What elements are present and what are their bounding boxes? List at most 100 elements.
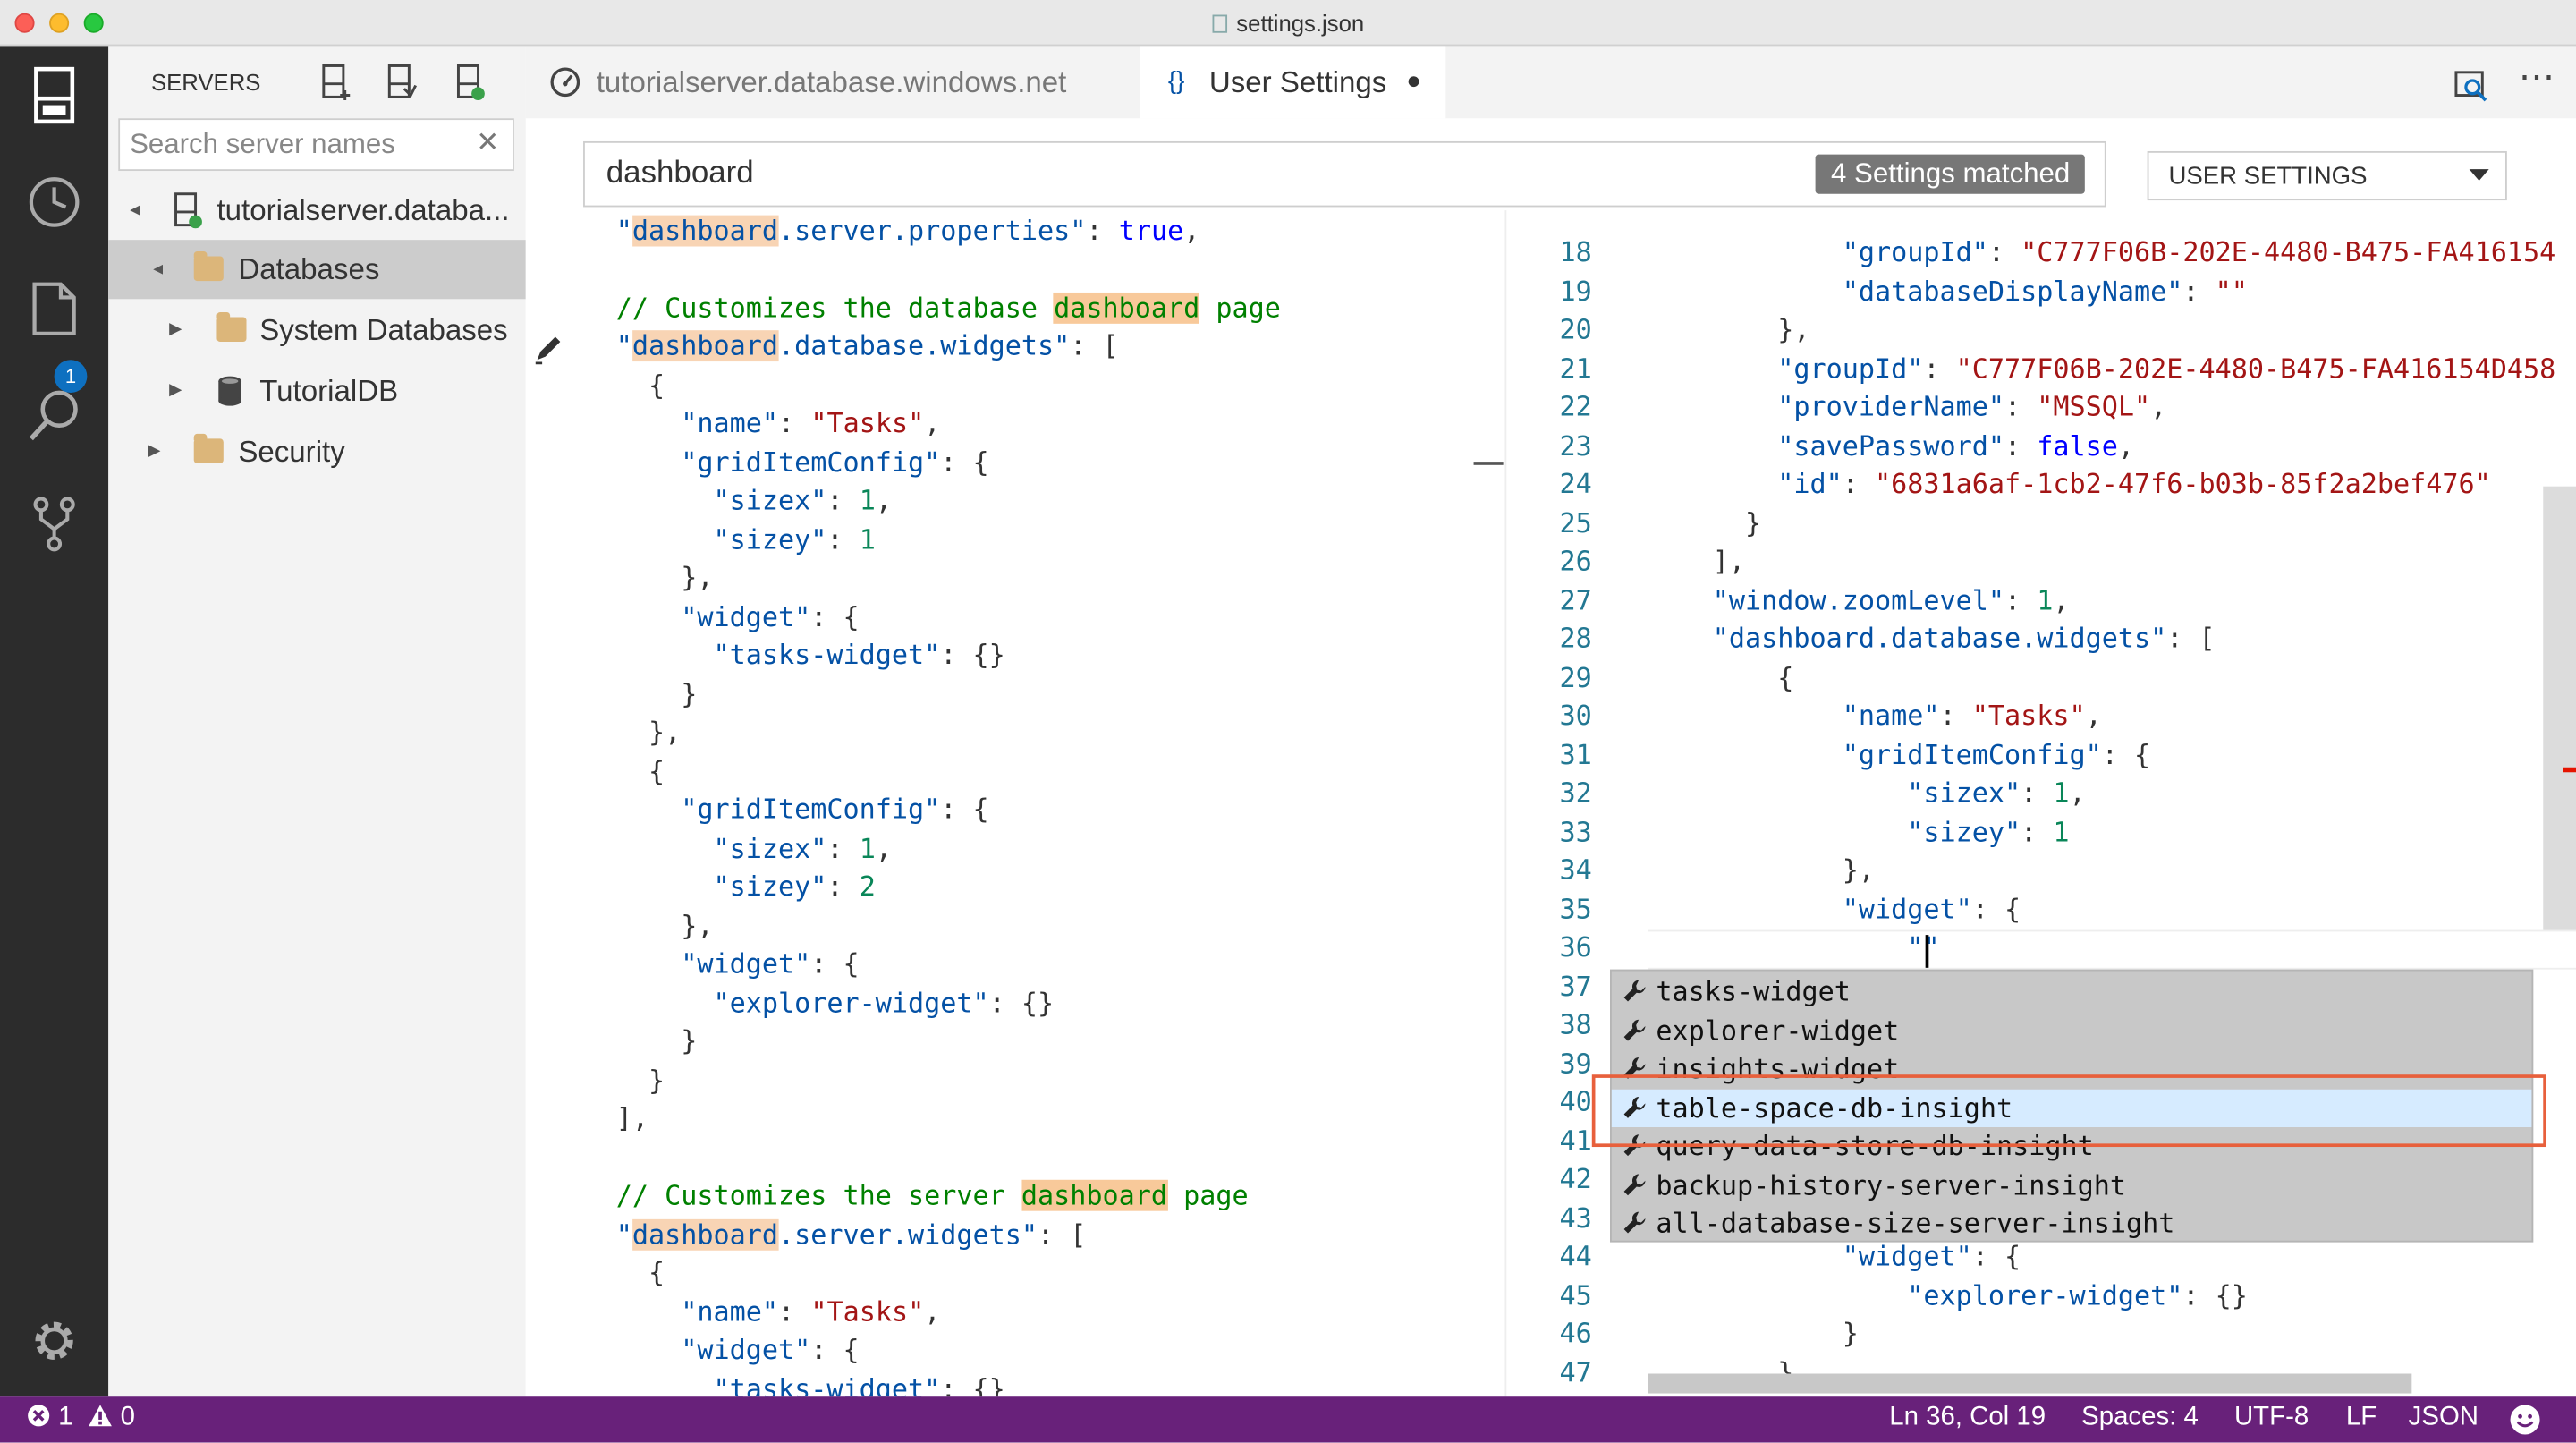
- code-token: "sizey": [615, 523, 827, 555]
- code-line: // Customizes the database dashboard pag…: [616, 288, 1281, 327]
- clear-search-icon[interactable]: ✕: [476, 126, 499, 159]
- code-token: "sizex": [615, 832, 827, 864]
- line-number: 36: [1559, 931, 1592, 963]
- servers-icon[interactable]: [21, 63, 87, 128]
- horizontal-scrollbar[interactable]: [1648, 1373, 2412, 1394]
- tree-item-system-databases[interactable]: ▶ System Databases: [108, 301, 526, 360]
- code-token: page: [1167, 1179, 1249, 1211]
- indentation[interactable]: Spaces: 4: [2081, 1404, 2199, 1433]
- settings-search-input[interactable]: [606, 156, 1592, 192]
- search-icon[interactable]: [21, 383, 87, 448]
- code-line: "widget": {: [1648, 890, 2021, 929]
- line-number: 28: [1559, 623, 1592, 655]
- code-token: ],: [615, 1102, 649, 1134]
- expand-icon[interactable]: ▶: [169, 361, 182, 420]
- tree-item-databases[interactable]: ▲ Databases: [108, 240, 526, 300]
- settings-gear-icon[interactable]: [21, 1308, 87, 1373]
- more-actions-icon[interactable]: ⋯: [2519, 58, 2555, 95]
- code-token: "Tasks": [1971, 700, 2086, 732]
- folder-icon: [216, 311, 247, 343]
- code-token: :: [1987, 236, 2021, 268]
- code-line: "groupId": "C777F06B-202E-4480-B475-FA41…: [1648, 349, 2555, 387]
- code-token: "widget": [615, 947, 811, 980]
- code-line: "window.zoomLevel": 1,: [1648, 581, 2070, 619]
- folder-icon: [193, 433, 224, 463]
- tree-item-security[interactable]: ▶ Security: [108, 422, 526, 481]
- servers-title: SERVERS: [150, 69, 261, 96]
- code-token: ,: [924, 1295, 941, 1328]
- feedback-smiley-icon[interactable]: [2509, 1404, 2542, 1437]
- code-token: "window.zoomLevel": [1648, 583, 2005, 615]
- vertical-scrollbar[interactable]: [2543, 486, 2576, 930]
- edit-pencil-icon[interactable]: [530, 334, 564, 367]
- line-number: 47: [1559, 1356, 1592, 1388]
- history-icon[interactable]: [21, 169, 87, 234]
- scope-select-label: USER SETTINGS: [2168, 162, 2368, 191]
- code-token: : {: [940, 446, 989, 478]
- server-search-input[interactable]: [130, 128, 459, 162]
- tab-label: tutorialserver.database.windows.net: [596, 65, 1067, 99]
- suggestion-item[interactable]: backup-history-server-insight: [1612, 1166, 2532, 1204]
- code-token: "widget": [1648, 1240, 1972, 1272]
- code-token: : {: [810, 947, 860, 980]
- code-line: "groupId": "C777F06B-202E-4480-B475-FA41…: [1648, 233, 2556, 272]
- code-token: "tasks-widget": [615, 1372, 941, 1397]
- problems-indicator[interactable]: 1 0: [26, 1404, 135, 1433]
- settings-scope-select[interactable]: USER SETTINGS: [2147, 150, 2507, 201]
- suggestion-item[interactable]: tasks-widget: [1612, 972, 2532, 1011]
- tree-item-tutorialdb[interactable]: ▶ TutorialDB: [108, 361, 526, 420]
- collapse-icon[interactable]: ▲: [130, 261, 189, 277]
- open-preview-icon[interactable]: [2453, 65, 2488, 102]
- code-line: "tasks-widget": {}: [615, 1370, 1005, 1397]
- expand-icon[interactable]: ▶: [148, 422, 160, 481]
- explorer-icon[interactable]: [21, 276, 87, 342]
- active-connections-icon[interactable]: [453, 63, 487, 102]
- code-line: },: [616, 558, 713, 597]
- code-token: "Tasks": [810, 407, 925, 439]
- new-server-group-icon[interactable]: [385, 63, 418, 102]
- suggestion-item[interactable]: all-database-size-server-insight: [1612, 1204, 2532, 1243]
- error-count: 1: [58, 1403, 73, 1431]
- code-line: {: [616, 366, 665, 404]
- default-settings-editor[interactable]: "dashboard.server.properties": true,// C…: [525, 210, 1505, 1397]
- code-token: : {}: [2182, 1278, 2248, 1311]
- code-token: : [: [1070, 330, 1119, 362]
- tab-dashboard[interactable]: tutorialserver.database.windows.net: [526, 46, 1137, 118]
- code-line: "widget": {: [615, 945, 860, 983]
- new-connection-icon[interactable]: [318, 63, 352, 102]
- wrench-icon: [1623, 1018, 1646, 1040]
- code-line: "gridItemConfig": {: [615, 790, 988, 828]
- language-mode[interactable]: JSON: [2409, 1404, 2479, 1433]
- line-number: 30: [1559, 700, 1592, 732]
- source-control-icon[interactable]: [21, 489, 87, 555]
- wrench-icon: [1623, 1173, 1646, 1195]
- end-of-line[interactable]: LF: [2346, 1404, 2377, 1433]
- code-token: {: [615, 1257, 665, 1289]
- cursor-position[interactable]: Ln 36, Col 19: [1889, 1404, 2046, 1433]
- code-token: dashboard: [631, 214, 779, 246]
- expand-icon[interactable]: ▶: [169, 301, 182, 360]
- code-token: "": [2215, 275, 2248, 307]
- collapse-icon[interactable]: ▲: [106, 202, 165, 218]
- code-line: "name": "Tasks",: [1648, 697, 2102, 735]
- folder-icon: [193, 251, 224, 282]
- code-token: dashboard: [1054, 292, 1200, 323]
- code-line: {: [1648, 658, 1793, 697]
- code-line: "sizex": 1,: [1648, 774, 2085, 812]
- line-number: 25: [1559, 506, 1592, 539]
- tab-user-settings[interactable]: {} User Settings ●: [1140, 46, 1446, 119]
- line-number: 46: [1559, 1318, 1592, 1349]
- code-token: page: [1199, 292, 1281, 323]
- unsaved-dot-icon[interactable]: ●: [1406, 46, 1421, 118]
- encoding[interactable]: UTF-8: [2234, 1404, 2309, 1433]
- code-token: 2: [859, 870, 876, 903]
- line-number: 37: [1559, 970, 1592, 1002]
- warning-icon: [88, 1405, 112, 1427]
- tree-item-server[interactable]: ▲ tutorialserver.databa...: [108, 181, 526, 240]
- line-number: 20: [1559, 313, 1592, 345]
- code-line: "databaseDisplayName": "": [1648, 272, 2248, 310]
- suggestion-item[interactable]: explorer-widget: [1612, 1012, 2532, 1050]
- code-token: }: [615, 1064, 665, 1096]
- code-token: "gridItemConfig": [615, 794, 941, 826]
- code-token: ,: [924, 407, 941, 439]
